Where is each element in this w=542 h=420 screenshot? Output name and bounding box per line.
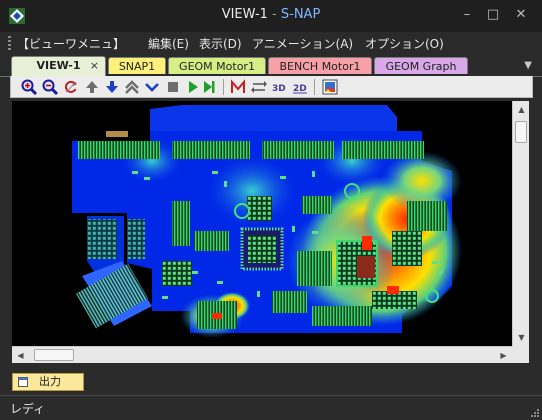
toolbar-separator [223, 79, 224, 95]
arrow-down-icon[interactable] [104, 79, 120, 95]
double-chevron-up-icon[interactable] [124, 79, 140, 95]
title-separator: - [267, 7, 281, 22]
toolbar-separator [314, 79, 315, 95]
tab-snap1[interactable]: SNAP1 [108, 57, 166, 74]
menu-viewer[interactable]: 【ビューワメニュ】 [17, 35, 125, 52]
title-app-name: S-NAP [280, 7, 321, 22]
title-bar[interactable]: VIEW-1 - S-NAP – □ ✕ [0, 0, 542, 32]
menu-view[interactable]: 表示(D) [199, 35, 242, 52]
document-tab-strip: VIEW-1 × SNAP1 GEOM Motor1 BENCH Motor1 … [0, 54, 542, 77]
scroll-right-icon[interactable]: ▶ [495, 347, 512, 364]
zoom-out-icon[interactable] [42, 79, 58, 95]
swap-icon[interactable] [251, 79, 267, 95]
tab-bench-motor1[interactable]: BENCH Motor1 [268, 57, 372, 74]
output-tab[interactable]: 出力 [12, 373, 84, 391]
tab-geom-motor1[interactable]: GEOM Motor1 [168, 57, 266, 74]
play-end-icon[interactable] [201, 79, 217, 95]
svg-text:3D: 3D [272, 84, 286, 94]
menu-animation[interactable]: アニメーション(A) [252, 35, 353, 52]
tab-overflow-icon[interactable]: ▼ [524, 60, 532, 71]
2d-view-icon[interactable]: 2D [292, 79, 308, 95]
scrollbar-corner [512, 346, 529, 363]
tab-view-1-label: VIEW-1 [36, 59, 81, 72]
scroll-up-icon[interactable]: ▲ [513, 101, 530, 118]
menu-options[interactable]: オプション(O) [365, 35, 444, 52]
vertical-scrollbar[interactable]: ▲ ▼ [512, 101, 529, 346]
toolbar: 3D 2D [10, 76, 533, 98]
tab-geom-graph[interactable]: GEOM Graph [374, 57, 468, 74]
scroll-left-icon[interactable]: ◀ [12, 347, 29, 364]
output-tab-label: 出力 [39, 375, 61, 388]
output-pane: 出力 [0, 365, 542, 395]
menu-grip-icon[interactable] [8, 36, 11, 50]
pcb-board-render [72, 105, 462, 338]
tab-close-icon[interactable]: × [90, 57, 99, 74]
3d-view-icon[interactable]: 3D [271, 79, 287, 95]
tab-view-1[interactable]: VIEW-1 × [11, 56, 106, 76]
menu-bar: 【ビューワメニュ】 編集(E) 表示(D) アニメーション(A) オプション(O… [0, 32, 542, 54]
mode-m-icon[interactable] [230, 79, 246, 95]
close-button[interactable]: ✕ [511, 6, 531, 24]
horizontal-scroll-thumb[interactable] [34, 349, 74, 361]
chevron-down-icon[interactable] [144, 79, 160, 95]
stop-icon[interactable] [165, 79, 181, 95]
play-icon[interactable] [185, 79, 201, 95]
resize-grip-icon[interactable] [529, 407, 539, 417]
scroll-down-icon[interactable]: ▼ [513, 329, 530, 346]
status-text: レディ [10, 402, 46, 416]
reset-view-icon[interactable] [63, 79, 79, 95]
status-bar: レディ [0, 395, 542, 420]
menu-edit[interactable]: 編集(E) [148, 35, 189, 52]
output-window-icon [18, 377, 28, 387]
horizontal-scrollbar[interactable]: ◀ ▶ [12, 346, 512, 363]
pcb-thermal-view[interactable] [12, 101, 512, 346]
zoom-in-icon[interactable] [21, 79, 37, 95]
arrow-up-icon[interactable] [84, 79, 100, 95]
app-window: VIEW-1 - S-NAP – □ ✕ 【ビューワメニュ】 編集(E) 表示(… [0, 0, 542, 420]
title-document: VIEW-1 [221, 7, 268, 22]
minimize-button[interactable]: – [457, 6, 477, 24]
vertical-scroll-thumb[interactable] [515, 121, 527, 143]
export-image-icon[interactable] [322, 79, 338, 95]
maximize-button[interactable]: □ [483, 6, 503, 24]
